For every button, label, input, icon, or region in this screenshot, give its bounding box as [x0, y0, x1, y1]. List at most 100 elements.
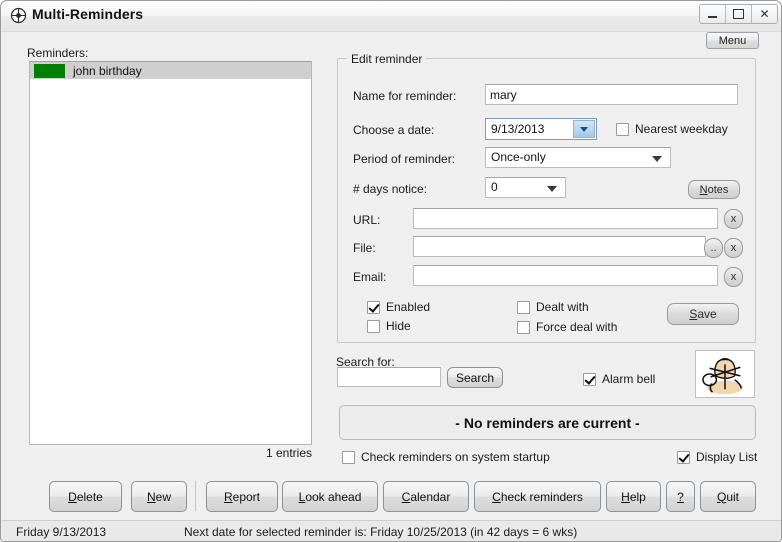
list-item[interactable]: john birthday: [30, 62, 311, 79]
reminders-label: Reminders:: [27, 46, 89, 60]
enabled-label: Enabled: [386, 300, 431, 314]
alarm-bell-image: [695, 350, 755, 398]
days-notice-select[interactable]: 0: [485, 177, 566, 198]
window-title: Multi-Reminders: [32, 6, 144, 22]
minimize-icon: [708, 16, 717, 18]
file-input[interactable]: [413, 236, 706, 257]
checkbox-box: [583, 372, 596, 386]
url-clear-label: x: [730, 213, 737, 225]
menu-button[interactable]: Menu: [706, 32, 759, 49]
email-clear-button[interactable]: x: [724, 267, 743, 287]
file-browse-label: ..: [710, 242, 717, 254]
file-clear-button[interactable]: x: [724, 238, 743, 258]
checkbox-box: [616, 122, 629, 136]
delete-button-label: Delete: [68, 489, 103, 504]
check-reminders-button[interactable]: Check reminders: [474, 481, 601, 512]
close-button[interactable]: ✕: [752, 5, 777, 23]
compass-icon: [10, 7, 27, 24]
file-clear-label: x: [730, 242, 737, 254]
main-window: Multi-Reminders ✕ Menu Reminders: john b…: [0, 0, 782, 542]
new-button[interactable]: New: [131, 481, 187, 512]
period-select[interactable]: Once-only: [485, 147, 671, 168]
chevron-down-icon: [652, 156, 662, 162]
notes-button[interactable]: Notes: [688, 180, 740, 199]
calendar-button-label: Calendar: [401, 489, 451, 504]
date-value: 9/13/2013: [491, 122, 545, 136]
name-label: Name for reminder:: [353, 89, 457, 103]
date-label: Choose a date:: [353, 123, 435, 137]
force-deal-with-checkbox[interactable]: Force deal with: [517, 320, 617, 334]
checkbox-box: [367, 319, 380, 333]
delete-button[interactable]: Delete: [49, 481, 122, 512]
notes-button-label: Notes: [699, 183, 729, 196]
url-label: URL:: [353, 213, 381, 227]
reminders-list[interactable]: john birthday: [29, 61, 312, 445]
days-notice-value: 0: [491, 180, 498, 194]
period-value: Once-only: [491, 150, 546, 164]
url-clear-button[interactable]: x: [724, 209, 743, 229]
report-button-label: Report: [223, 489, 261, 504]
status-bar: Friday 9/13/2013 Next date for selected …: [2, 520, 781, 541]
startup-check-checkbox[interactable]: Check reminders on system startup: [342, 450, 550, 464]
quit-button[interactable]: Quit: [700, 481, 756, 512]
nearest-weekday-checkbox[interactable]: Nearest weekday: [616, 122, 728, 136]
calendar-button[interactable]: Calendar: [383, 481, 469, 512]
help-button[interactable]: Help: [606, 481, 661, 512]
minimize-button[interactable]: [700, 5, 726, 23]
button-separator: [195, 481, 196, 511]
look-ahead-button-label: Look ahead: [298, 489, 362, 504]
startup-check-label: Check reminders on system startup: [361, 450, 550, 464]
maximize-button[interactable]: [726, 5, 752, 23]
hide-checkbox[interactable]: Hide: [367, 319, 411, 333]
force-deal-with-label: Force deal with: [536, 320, 618, 334]
entries-count: 1 entries: [265, 446, 312, 460]
quit-button-label: Quit: [716, 489, 740, 504]
edit-reminder-title: Edit reminder: [347, 52, 427, 66]
close-icon: ✕: [759, 7, 770, 21]
search-button[interactable]: Search: [447, 367, 503, 388]
help-button-label: Help: [621, 489, 646, 504]
chevron-down-icon: [580, 126, 588, 132]
maximize-icon: [733, 9, 744, 19]
date-picker[interactable]: 9/13/2013: [485, 118, 597, 140]
report-button[interactable]: Report: [206, 481, 278, 512]
save-button-label: Save: [689, 307, 717, 321]
dealt-with-label: Dealt with: [536, 300, 589, 314]
search-input[interactable]: [337, 367, 441, 387]
alarm-bell-label: Alarm bell: [602, 372, 656, 386]
title-bar: Multi-Reminders ✕: [1, 1, 781, 32]
alarm-bell-clipart: [696, 351, 754, 397]
checkbox-box: [517, 320, 530, 334]
current-reminders-status: - No reminders are current -: [339, 405, 756, 440]
url-input[interactable]: [413, 208, 718, 229]
save-button[interactable]: Save: [667, 303, 739, 325]
checkbox-box: [517, 300, 530, 314]
email-label: Email:: [353, 270, 387, 284]
alarm-bell-checkbox[interactable]: Alarm bell: [583, 372, 655, 386]
display-list-checkbox[interactable]: Display List: [677, 450, 757, 464]
email-clear-label: x: [730, 271, 737, 283]
file-browse-button[interactable]: ..: [704, 238, 723, 258]
window-controls: ✕: [699, 4, 778, 24]
email-input[interactable]: [413, 265, 718, 286]
about-button-label: ?: [677, 489, 684, 504]
color-swatch: [34, 63, 65, 78]
date-dropdown-button[interactable]: [573, 120, 595, 138]
enabled-checkbox[interactable]: Enabled: [367, 300, 430, 314]
chevron-down-icon: [547, 186, 557, 192]
dealt-with-checkbox[interactable]: Dealt with: [517, 300, 589, 314]
new-button-label: New: [146, 489, 171, 504]
name-input[interactable]: [485, 84, 738, 105]
look-ahead-button[interactable]: Look ahead: [282, 481, 378, 512]
statusbar-date: Friday 9/13/2013: [16, 525, 107, 539]
checkbox-box: [367, 300, 380, 314]
hide-label: Hide: [386, 319, 411, 333]
period-label: Period of reminder:: [353, 152, 456, 166]
about-button[interactable]: ?: [666, 481, 695, 512]
list-item-label: john birthday: [73, 63, 142, 78]
nearest-weekday-label: Nearest weekday: [635, 122, 728, 136]
statusbar-next-date: Next date for selected reminder is: Frid…: [184, 525, 578, 539]
file-label: File:: [353, 241, 376, 255]
checkbox-box: [342, 450, 355, 464]
days-notice-label: # days notice:: [353, 182, 428, 196]
